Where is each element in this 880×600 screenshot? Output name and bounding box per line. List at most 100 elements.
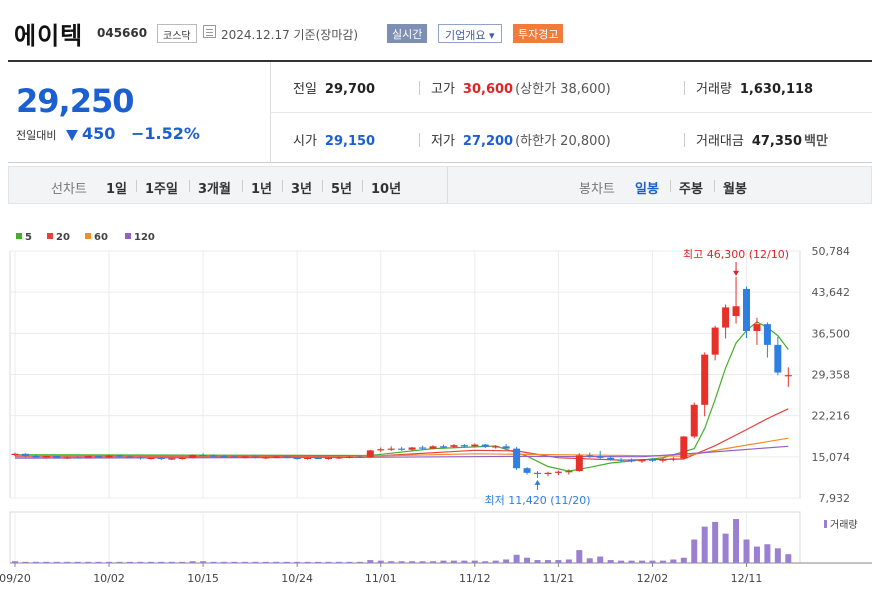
volume-bar xyxy=(576,550,583,563)
volume-bar xyxy=(774,548,781,563)
volume-bar xyxy=(743,539,750,563)
volume-bar xyxy=(53,561,60,563)
volume-bar xyxy=(294,561,301,563)
candle-body xyxy=(628,460,636,462)
candle-body xyxy=(199,454,207,457)
x-tick-label: 10/02 xyxy=(93,572,125,585)
volume-bar xyxy=(492,560,499,563)
candle-body xyxy=(304,457,312,460)
volume-bar xyxy=(168,561,175,563)
high-annotation: 최고 46,300 (12/10) xyxy=(683,248,789,261)
volume-bar xyxy=(628,560,635,563)
candle-body xyxy=(293,457,301,460)
volume-bar xyxy=(513,554,520,563)
volume-bar xyxy=(659,560,666,563)
volume-bar xyxy=(649,560,656,563)
volume-bar xyxy=(126,561,133,563)
volume-bar xyxy=(555,560,562,563)
volume-bar xyxy=(137,561,144,563)
volume-bar xyxy=(618,560,625,563)
candle-body xyxy=(21,453,29,457)
y-tick-label: 43,642 xyxy=(812,286,851,299)
x-tick-label: 09/20 xyxy=(0,572,31,585)
volume-legend-swatch xyxy=(824,520,827,528)
candle-body xyxy=(220,456,228,458)
candle-body xyxy=(178,457,186,460)
y-tick-label: 36,500 xyxy=(812,327,851,340)
y-tick-label: 7,932 xyxy=(819,492,851,505)
volume-bar xyxy=(252,561,259,563)
volume-bar xyxy=(534,560,541,563)
candle-body xyxy=(377,449,385,451)
candle-body xyxy=(784,375,792,377)
volume-bar xyxy=(712,521,719,563)
volume-bar xyxy=(764,544,771,563)
candle-body xyxy=(387,448,395,450)
volume-bar xyxy=(189,561,196,563)
candle-body xyxy=(680,436,688,459)
volume-bar xyxy=(607,560,614,563)
volume-bar xyxy=(325,561,332,563)
volume-bar xyxy=(524,557,531,563)
volume-bar xyxy=(482,561,489,563)
candle-body xyxy=(366,450,374,458)
volume-bar xyxy=(367,560,374,563)
candle-body xyxy=(523,468,531,473)
candle-body xyxy=(345,456,353,458)
volume-bar xyxy=(12,561,18,563)
candle-body xyxy=(763,324,771,345)
volume-bar xyxy=(785,554,792,563)
candle-body xyxy=(42,456,50,458)
candle-body xyxy=(429,446,437,449)
x-tick-label: 10/24 xyxy=(281,572,313,585)
volume-bar xyxy=(419,561,426,563)
volume-bar xyxy=(179,561,186,563)
volume-bar xyxy=(335,561,342,563)
candle-body xyxy=(314,457,322,460)
candle-body xyxy=(116,455,123,457)
candle-body xyxy=(596,456,604,458)
volume-bar xyxy=(388,561,395,563)
candle-body xyxy=(283,456,291,458)
candle-body xyxy=(74,457,82,459)
candle-body xyxy=(95,456,103,458)
candle-body xyxy=(722,307,730,328)
candle-body xyxy=(262,457,270,459)
candle-body xyxy=(460,445,468,447)
candle-body xyxy=(481,444,489,447)
x-tick-label: 10/15 xyxy=(187,572,219,585)
volume-bar xyxy=(304,561,311,563)
volume-bar xyxy=(346,561,353,563)
x-tick-label: 11/01 xyxy=(365,572,397,585)
volume-bar xyxy=(398,561,405,563)
volume-bar xyxy=(356,561,363,563)
candle-body xyxy=(157,457,165,460)
volume-bar xyxy=(64,561,71,563)
volume-bar xyxy=(409,561,416,563)
candle-body xyxy=(210,455,218,457)
candle-body xyxy=(659,459,667,461)
volume-bar xyxy=(158,561,165,563)
volume-bar xyxy=(503,559,510,563)
volume-bar xyxy=(680,557,687,563)
volume-bar xyxy=(670,559,677,563)
candle-body xyxy=(690,404,698,437)
candle-body xyxy=(335,457,343,459)
candle-body xyxy=(168,458,176,460)
volume-bar xyxy=(221,561,227,563)
candle-body xyxy=(711,327,719,355)
candle-body xyxy=(607,457,615,460)
volume-bar xyxy=(262,561,269,563)
volume-bar xyxy=(315,561,322,563)
x-tick-label: 11/12 xyxy=(459,572,491,585)
volume-bar xyxy=(74,561,81,563)
candle-body xyxy=(513,448,521,469)
y-tick-label: 15,074 xyxy=(812,451,851,464)
price-chart[interactable]: 50,784 43,642 36,500 29,358 22,216 15,074 7,93… xyxy=(0,0,880,600)
candle-body xyxy=(136,457,144,459)
volume-label: 거래량 xyxy=(830,519,858,531)
y-tick-label: 22,216 xyxy=(812,410,851,423)
volume-bar xyxy=(544,560,551,563)
volume-bar xyxy=(440,560,447,563)
candle-body xyxy=(439,446,447,448)
